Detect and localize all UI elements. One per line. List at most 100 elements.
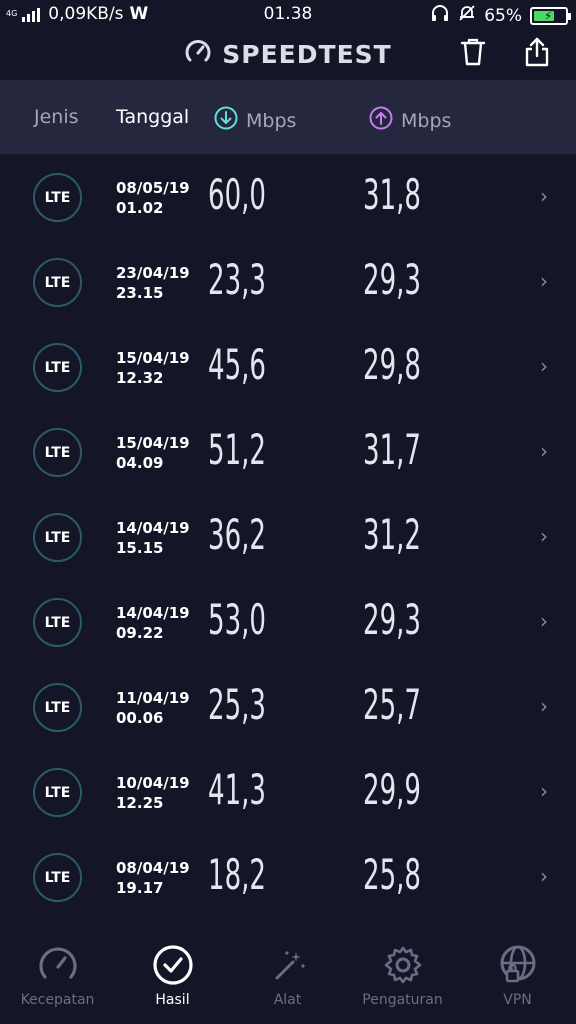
download-value: 53,0: [208, 595, 266, 644]
download-value: 60,0: [208, 170, 266, 219]
result-date: 14/04/19: [116, 519, 190, 537]
result-datetime: 23/04/19 23.15: [116, 263, 190, 303]
chevron-right-icon: ›: [540, 609, 548, 633]
app-header: SPEEDTEST: [0, 30, 576, 80]
result-datetime: 15/04/19 04.09: [116, 433, 190, 473]
delete-button[interactable]: [457, 38, 489, 70]
connection-type-badge: LTE: [33, 173, 82, 222]
result-row[interactable]: LTE 08/04/19 19.17 18,2 25,8 ›: [0, 834, 576, 919]
result-date: 15/04/19: [116, 434, 190, 452]
connection-type-badge: LTE: [33, 768, 82, 817]
result-time: 12.32: [116, 369, 164, 387]
connection-type-badge: LTE: [33, 513, 82, 562]
result-row[interactable]: LTE 23/04/19 23.15 23,3 29,3 ›: [0, 239, 576, 324]
chevron-right-icon: ›: [540, 524, 548, 548]
result-time: 23.15: [116, 284, 164, 302]
result-datetime: 08/04/19 19.17: [116, 858, 190, 898]
nav-vpn-label: VPN: [503, 992, 532, 1008]
connection-type-badge: LTE: [33, 683, 82, 732]
column-upload-label: Mbps: [401, 109, 452, 132]
result-row[interactable]: LTE 08/05/19 01.02 60,0 31,8 ›: [0, 154, 576, 239]
nav-results[interactable]: Hasil: [115, 942, 230, 1008]
result-row[interactable]: LTE 14/04/19 15.15 36,2 31,2 ›: [0, 494, 576, 579]
download-value: 45,6: [208, 340, 266, 389]
checkmark-circle-icon: [115, 942, 230, 988]
nav-settings[interactable]: Pengaturan: [345, 942, 460, 1008]
chevron-right-icon: ›: [540, 354, 548, 378]
download-value: 51,2: [208, 425, 266, 474]
result-date: 10/04/19: [116, 774, 190, 792]
result-datetime: 10/04/19 12.25: [116, 773, 190, 813]
chevron-right-icon: ›: [540, 694, 548, 718]
share-button[interactable]: [521, 37, 553, 71]
result-date: 08/05/19: [116, 179, 190, 197]
battery-icon: ⚡: [530, 6, 571, 25]
upload-arrow-icon: [369, 106, 393, 135]
bottom-nav: Kecepatan Hasil Alat Pengaturan VPN: [0, 930, 576, 1024]
result-datetime: 08/05/19 01.02: [116, 178, 190, 218]
result-datetime: 14/04/19 09.22: [116, 603, 190, 643]
upload-value: 31,8: [363, 170, 421, 219]
nav-vpn[interactable]: VPN: [460, 942, 575, 1008]
upload-value: 25,8: [363, 850, 421, 899]
download-value: 41,3: [208, 765, 266, 814]
result-time: 12.25: [116, 794, 164, 812]
nav-tools[interactable]: Alat: [230, 942, 345, 1008]
download-value: 23,3: [208, 255, 266, 304]
result-row[interactable]: LTE 10/04/19 12.25 41,3 29,9 ›: [0, 749, 576, 834]
app-title: SPEEDTEST: [222, 39, 392, 69]
chevron-right-icon: ›: [540, 779, 548, 803]
result-time: 15.15: [116, 539, 164, 557]
nav-speed-label: Kecepatan: [20, 992, 95, 1008]
download-value: 36,2: [208, 510, 266, 559]
result-row[interactable]: LTE 15/04/19 04.09 51,2 31,7 ›: [0, 409, 576, 494]
column-download-label: Mbps: [246, 109, 297, 132]
mute-bell-icon: [458, 4, 476, 27]
gauge-icon: [184, 38, 212, 70]
result-row[interactable]: LTE 14/04/19 09.22 53,0 29,3 ›: [0, 579, 576, 664]
nav-speed[interactable]: Kecepatan: [0, 942, 115, 1008]
chevron-right-icon: ›: [540, 439, 548, 463]
headset-icon: [430, 4, 450, 27]
result-time: 01.02: [116, 199, 164, 217]
result-date: 11/04/19: [116, 689, 190, 707]
result-datetime: 15/04/19 12.32: [116, 348, 190, 388]
nav-tools-label: Alat: [273, 992, 302, 1008]
trash-icon: [459, 37, 487, 71]
status-right: 65% ⚡: [430, 4, 571, 27]
sort-by-download[interactable]: Mbps: [214, 106, 296, 135]
column-type-label: Jenis: [34, 106, 79, 128]
result-time: 00.06: [116, 709, 164, 727]
upload-value: 29,8: [363, 340, 421, 389]
result-time: 09.22: [116, 624, 164, 642]
upload-value: 31,2: [363, 510, 421, 559]
download-value: 18,2: [208, 850, 266, 899]
status-bar: 4G 0,09KB/s W 01.38 65% ⚡: [0, 0, 576, 30]
nav-results-label: Hasil: [155, 992, 190, 1008]
result-row[interactable]: LTE 11/04/19 00.06 25,3 25,7 ›: [0, 664, 576, 749]
sort-by-type[interactable]: Jenis: [34, 106, 79, 128]
chevron-right-icon: ›: [540, 184, 548, 208]
connection-type-badge: LTE: [33, 428, 82, 477]
result-time: 04.09: [116, 454, 164, 472]
sort-by-date[interactable]: Tanggal: [116, 106, 189, 128]
connection-type-badge: LTE: [33, 258, 82, 307]
globe-lock-icon: [460, 942, 575, 988]
result-date: 23/04/19: [116, 264, 190, 282]
speedometer-icon: [0, 942, 115, 988]
nav-settings-label: Pengaturan: [362, 992, 443, 1008]
upload-value: 31,7: [363, 425, 421, 474]
result-row[interactable]: LTE 15/04/19 12.32 45,6 29,8 ›: [0, 324, 576, 409]
chevron-right-icon: ›: [540, 269, 548, 293]
battery-percent: 65%: [484, 5, 522, 26]
chevron-right-icon: ›: [540, 864, 548, 888]
column-date-label: Tanggal: [116, 106, 190, 128]
speedtest-logo: SPEEDTEST: [0, 38, 576, 70]
sort-by-upload[interactable]: Mbps: [369, 106, 451, 135]
share-icon: [523, 37, 551, 71]
upload-value: 25,7: [363, 680, 421, 729]
upload-value: 29,3: [363, 255, 421, 304]
gear-icon: [345, 942, 460, 988]
upload-value: 29,9: [363, 765, 421, 814]
column-header: Jenis Tanggal Mbps Mbps: [0, 80, 576, 154]
